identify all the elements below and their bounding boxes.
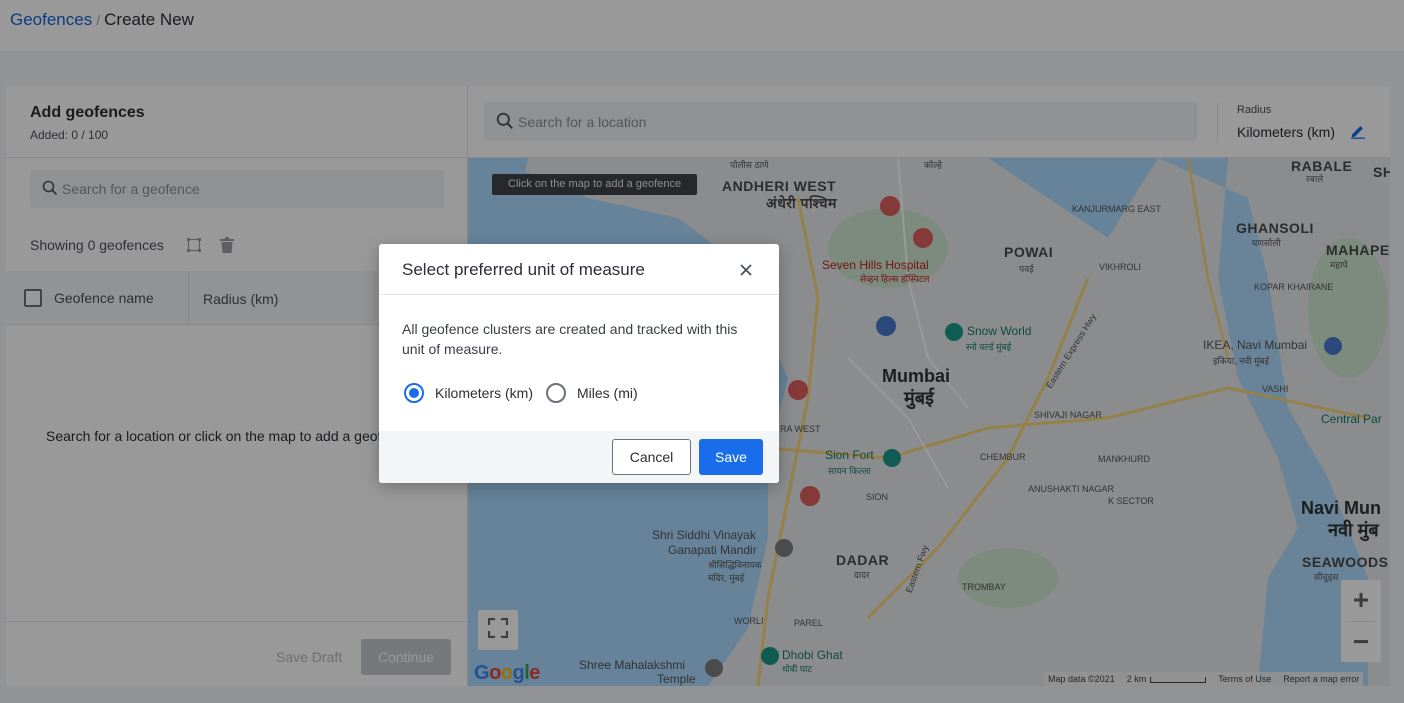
close-icon[interactable] <box>735 259 757 281</box>
dialog-description: All geofence clusters are created and tr… <box>402 321 738 357</box>
dialog-header: Select preferred unit of measure <box>379 244 779 295</box>
radio-miles[interactable]: Miles (mi) <box>546 383 638 403</box>
radio-label: Miles (mi) <box>577 385 638 401</box>
radio-button[interactable] <box>546 383 566 403</box>
radio-kilometers[interactable]: Kilometers (km) <box>404 383 533 403</box>
dialog-body: All geofence clusters are created and tr… <box>379 295 779 431</box>
save-button[interactable]: Save <box>699 439 763 475</box>
unit-of-measure-dialog: Select preferred unit of measure All geo… <box>379 244 779 483</box>
cancel-button[interactable]: Cancel <box>612 439 691 475</box>
radio-button-selected[interactable] <box>404 383 424 403</box>
dialog-footer: Cancel Save <box>379 431 779 483</box>
radio-label: Kilometers (km) <box>435 385 534 401</box>
dialog-title: Select preferred unit of measure <box>402 260 645 279</box>
